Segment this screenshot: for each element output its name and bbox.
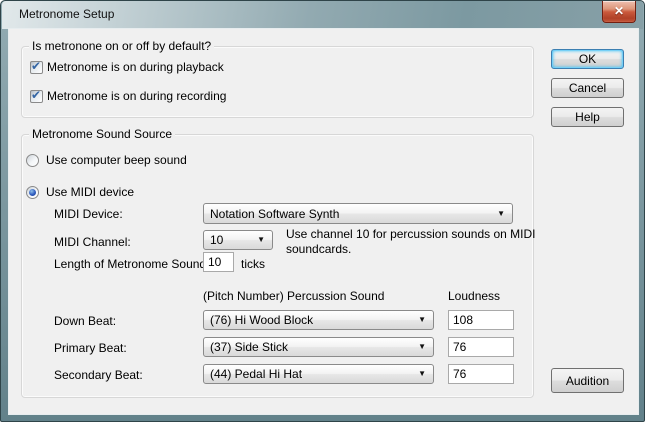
window-title: Metronome Setup bbox=[19, 1, 114, 28]
midi-channel-label: MIDI Channel: bbox=[54, 235, 131, 249]
midi-device-dropdown[interactable]: Notation Software Synth ▼ bbox=[203, 203, 513, 224]
chevron-down-icon: ▼ bbox=[497, 209, 505, 219]
playback-checkbox-label: Metronome is on during playback bbox=[47, 61, 224, 74]
radio-selected-dot bbox=[29, 189, 36, 196]
midi-channel-dropdown[interactable]: 10 ▼ bbox=[203, 230, 273, 250]
percussion-sound-header: (Pitch Number) Percussion Sound bbox=[203, 289, 384, 303]
length-unit-label: ticks bbox=[241, 257, 265, 271]
chevron-down-icon: ▼ bbox=[418, 342, 426, 352]
close-icon: ✕ bbox=[614, 4, 624, 18]
default-group-title: Is metronone on or off by default? bbox=[29, 39, 214, 54]
title-bar[interactable]: Metronome Setup ✕ bbox=[2, 1, 643, 29]
ok-button[interactable]: OK bbox=[551, 49, 624, 69]
midi-device-radio[interactable] bbox=[26, 186, 39, 199]
midi-device-label: MIDI Device: bbox=[54, 207, 123, 221]
cancel-button[interactable]: Cancel bbox=[551, 78, 624, 98]
primary-beat-sound-value: (37) Side Stick bbox=[210, 338, 288, 357]
checkmark-icon: ✔ bbox=[31, 59, 41, 73]
help-button[interactable]: Help bbox=[551, 107, 624, 127]
default-group-box: Is metronone on or off by default? bbox=[21, 46, 534, 118]
down-beat-sound-value: (76) Hi Wood Block bbox=[210, 311, 313, 330]
primary-beat-label: Primary Beat: bbox=[54, 341, 127, 355]
primary-beat-sound-dropdown[interactable]: (37) Side Stick ▼ bbox=[203, 337, 434, 357]
audition-button[interactable]: Audition bbox=[551, 368, 624, 393]
secondary-beat-label: Secondary Beat: bbox=[54, 368, 143, 382]
metronome-setup-dialog: Metronome Setup ✕ Is metronone on or off… bbox=[0, 0, 645, 422]
down-beat-loudness-input[interactable] bbox=[448, 310, 514, 330]
chevron-down-icon: ▼ bbox=[418, 369, 426, 379]
midi-channel-note: Use channel 10 for percussion sounds on … bbox=[286, 227, 544, 257]
sound-source-group-title: Metronome Sound Source bbox=[29, 127, 175, 142]
loudness-header: Loudness bbox=[448, 289, 500, 303]
recording-checkbox[interactable]: ✔ bbox=[30, 90, 43, 103]
secondary-beat-loudness-input[interactable] bbox=[448, 364, 514, 384]
beep-sound-radio[interactable] bbox=[26, 154, 39, 167]
chevron-down-icon: ▼ bbox=[418, 315, 426, 325]
secondary-beat-sound-value: (44) Pedal Hi Hat bbox=[210, 365, 302, 384]
length-input[interactable] bbox=[203, 252, 234, 272]
midi-device-value: Notation Software Synth bbox=[210, 204, 339, 224]
close-button[interactable]: ✕ bbox=[602, 1, 636, 23]
beep-sound-radio-label: Use computer beep sound bbox=[46, 154, 187, 167]
primary-beat-loudness-input[interactable] bbox=[448, 337, 514, 357]
midi-channel-value: 10 bbox=[210, 231, 223, 250]
recording-checkbox-label: Metronome is on during recording bbox=[47, 90, 226, 103]
secondary-beat-sound-dropdown[interactable]: (44) Pedal Hi Hat ▼ bbox=[203, 364, 434, 384]
down-beat-sound-dropdown[interactable]: (76) Hi Wood Block ▼ bbox=[203, 310, 434, 330]
playback-checkbox[interactable]: ✔ bbox=[30, 61, 43, 74]
length-label: Length of Metronome Sound: bbox=[54, 257, 209, 271]
midi-device-radio-label: Use MIDI device bbox=[46, 186, 134, 199]
down-beat-label: Down Beat: bbox=[54, 314, 116, 328]
chevron-down-icon: ▼ bbox=[257, 235, 265, 245]
checkmark-icon: ✔ bbox=[31, 88, 41, 102]
